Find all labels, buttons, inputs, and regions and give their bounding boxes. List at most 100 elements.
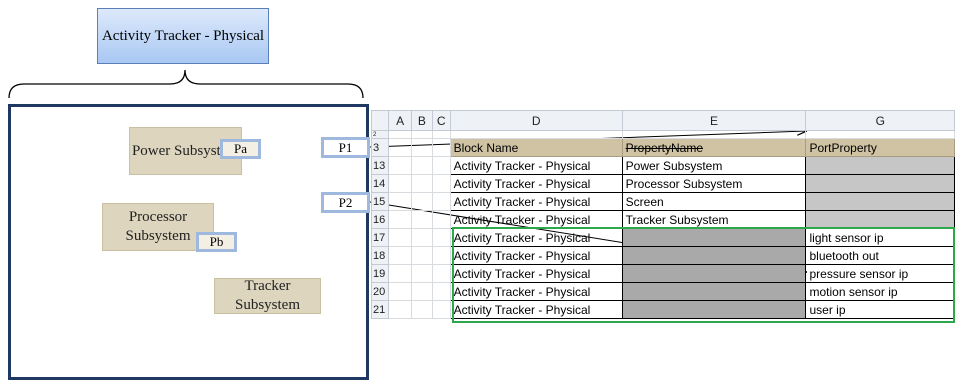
cell[interactable] <box>388 282 412 301</box>
row-number[interactable]: 17 <box>370 228 390 247</box>
cell[interactable] <box>388 138 412 157</box>
block-name-cell[interactable]: Activity Tracker - Physical <box>449 228 623 247</box>
cell[interactable] <box>410 192 433 211</box>
port-property-cell[interactable]: bluetooth out <box>805 246 955 265</box>
cell[interactable] <box>410 130 433 139</box>
cell[interactable] <box>431 192 451 211</box>
table-row: 15 Activity Tracker - Physical Screen <box>370 192 955 211</box>
port-property-cell[interactable]: pressure sensor ip <box>805 264 955 283</box>
table-row: 20 Activity Tracker - Physical motion sens… <box>370 282 955 301</box>
sheet-row-2: 2 <box>370 130 955 139</box>
cell[interactable] <box>431 300 451 319</box>
port-property-header-cell[interactable]: PortProperty <box>805 138 955 157</box>
cell[interactable] <box>388 192 412 211</box>
block-name-cell[interactable]: Activity Tracker - Physical <box>449 210 623 229</box>
port-property-cell[interactable]: motion sensor ip <box>805 282 955 301</box>
port-property-cell[interactable] <box>805 174 955 193</box>
port-property-cell[interactable] <box>805 192 955 211</box>
cell[interactable] <box>388 130 412 139</box>
table-row: 19 Activity Tracker - Physical pressure se… <box>370 264 955 283</box>
row-number[interactable]: 2 <box>370 130 390 139</box>
grouping-brace <box>8 69 364 99</box>
column-header-g[interactable]: G <box>805 110 955 131</box>
property-name-cell[interactable] <box>621 246 807 265</box>
cell[interactable] <box>388 174 412 193</box>
cell[interactable] <box>805 130 955 139</box>
table-row: 16 Activity Tracker - Physical Tracker Sub… <box>370 210 955 229</box>
cell[interactable] <box>410 138 433 157</box>
cell[interactable] <box>388 246 412 265</box>
table-row: 21 Activity Tracker - Physical user ip <box>370 300 955 319</box>
cell[interactable] <box>431 156 451 175</box>
cell[interactable] <box>388 210 412 229</box>
column-header-d[interactable]: D <box>449 110 623 131</box>
block-name-cell[interactable]: Activity Tracker - Physical <box>449 264 623 283</box>
column-header-c[interactable]: C <box>431 110 451 131</box>
property-name-cell[interactable]: Power Subsystem <box>621 156 807 175</box>
cell[interactable] <box>410 282 433 301</box>
table-row: 18 Activity Tracker - Physical bluetooth o… <box>370 246 955 265</box>
tracker-subsystem-label: Tracker Subsystem <box>234 278 300 313</box>
port-property-cell[interactable] <box>805 156 955 175</box>
block-name-cell[interactable]: Activity Tracker - Physical <box>449 174 623 193</box>
cell[interactable] <box>388 300 412 319</box>
row-number[interactable]: 13 <box>370 156 390 175</box>
select-all-corner[interactable] <box>370 110 390 131</box>
cell[interactable] <box>449 130 623 139</box>
block-name-cell[interactable]: Activity Tracker - Physical <box>449 246 623 265</box>
property-name-cell[interactable] <box>621 300 807 319</box>
cell[interactable] <box>410 300 433 319</box>
row-number[interactable]: 3 <box>370 138 390 157</box>
block-name-cell[interactable]: Activity Tracker - Physical <box>449 156 623 175</box>
property-name-cell[interactable]: Processor Subsystem <box>621 174 807 193</box>
property-name-header-cell[interactable]: PropertyName <box>621 138 807 157</box>
property-name-cell[interactable] <box>621 264 807 283</box>
port-pa: Pa <box>220 139 261 159</box>
port-property-cell[interactable]: light sensor ip <box>805 228 955 247</box>
cell[interactable] <box>431 130 451 139</box>
property-name-cell[interactable] <box>621 282 807 301</box>
row-number[interactable]: 20 <box>370 282 390 301</box>
cell[interactable] <box>410 156 433 175</box>
cell[interactable] <box>410 246 433 265</box>
column-header-b[interactable]: B <box>410 110 433 131</box>
property-name-cell[interactable]: Tracker Subsystem <box>621 210 807 229</box>
cell[interactable] <box>431 228 451 247</box>
block-name-header-cell[interactable]: Block Name <box>449 138 623 157</box>
row-number[interactable]: 14 <box>370 174 390 193</box>
tracker-subsystem-block: Tracker Subsystem <box>214 278 321 314</box>
cell[interactable] <box>410 228 433 247</box>
cell[interactable] <box>431 264 451 283</box>
cell[interactable] <box>621 130 807 139</box>
cell[interactable] <box>431 174 451 193</box>
row-number[interactable]: 15 <box>370 192 390 211</box>
column-header-e[interactable]: E <box>621 110 807 131</box>
block-name-cell[interactable]: Activity Tracker - Physical <box>449 282 623 301</box>
cell[interactable] <box>431 282 451 301</box>
cell[interactable] <box>431 246 451 265</box>
block-name-cell[interactable]: Activity Tracker - Physical <box>449 192 623 211</box>
cell[interactable] <box>410 264 433 283</box>
port-property-cell[interactable]: user ip <box>805 300 955 319</box>
sheet-header-row: 3 Block Name PropertyName PortProperty <box>370 138 955 157</box>
row-number[interactable]: 19 <box>370 264 390 283</box>
property-name-cell[interactable] <box>621 228 807 247</box>
cell[interactable] <box>388 264 412 283</box>
cell[interactable] <box>410 210 433 229</box>
cell[interactable] <box>388 228 412 247</box>
row-number[interactable]: 18 <box>370 246 390 265</box>
property-name-cell[interactable]: Screen <box>621 192 807 211</box>
cell[interactable] <box>431 210 451 229</box>
spreadsheet: A B C D E G 2 3 Block Name PropertyName … <box>370 110 955 319</box>
cell[interactable] <box>410 174 433 193</box>
cell[interactable] <box>388 156 412 175</box>
cell[interactable] <box>431 138 451 157</box>
column-header-row: A B C D E G <box>370 110 955 131</box>
block-name-cell[interactable]: Activity Tracker - Physical <box>449 300 623 319</box>
column-header-a[interactable]: A <box>388 110 412 131</box>
port-property-cell[interactable] <box>805 210 955 229</box>
row-number[interactable]: 21 <box>370 300 390 319</box>
row-number[interactable]: 16 <box>370 210 390 229</box>
port-p2: P2 <box>321 192 370 213</box>
port-pb: Pb <box>196 232 237 252</box>
